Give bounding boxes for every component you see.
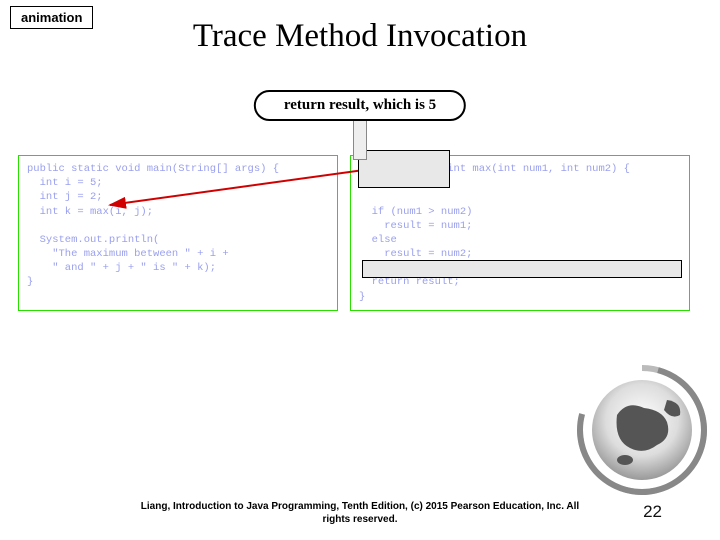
globe-decoration (572, 360, 712, 500)
footer-citation: Liang, Introduction to Java Programming,… (0, 501, 720, 526)
code-box-main: public static void main(String[] args) {… (18, 155, 338, 311)
overlay-box-return (362, 260, 682, 278)
animation-badge: animation (10, 6, 93, 29)
overlay-box-top (358, 150, 450, 188)
footer-line-2: rights reserved. (322, 514, 397, 525)
callout-bubble: return result, which is 5 (254, 90, 466, 121)
footer-line-1: Liang, Introduction to Java Programming,… (141, 501, 579, 512)
page-number: 22 (643, 502, 662, 522)
callout-stem (353, 118, 367, 160)
slide-title: Trace Method Invocation (0, 18, 720, 55)
